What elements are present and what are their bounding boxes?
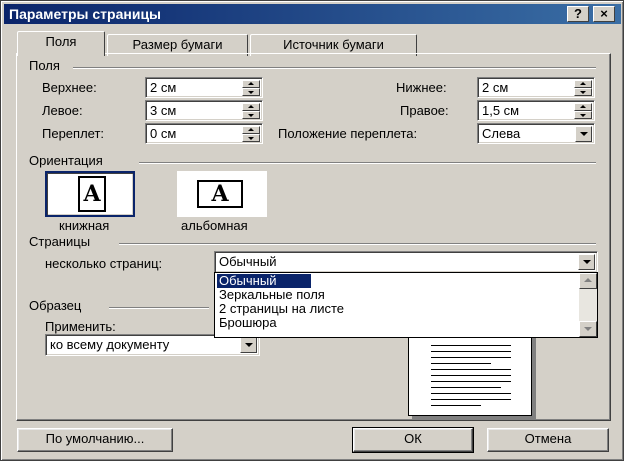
pages-group-label: Страницы (29, 234, 95, 249)
multiple-pages-value: Обычный (219, 254, 277, 269)
apply-to-label: Применить: (45, 319, 116, 334)
title-bar[interactable]: Параметры страницы ? × (4, 4, 621, 24)
gutter-input[interactable]: 0 см (145, 123, 263, 144)
multiple-pages-label: несколько страниц: (45, 256, 163, 271)
apply-to-value: ко всему документу (50, 337, 170, 352)
help-button[interactable]: ? (567, 6, 589, 22)
top-margin-spinner[interactable] (242, 80, 260, 96)
orientation-group-label: Ориентация (29, 153, 107, 168)
top-margin-value: 2 см (150, 80, 177, 95)
pages-divider (119, 243, 596, 245)
bottom-margin-input[interactable]: 2 см (477, 77, 595, 98)
window-title: Параметры страницы (9, 6, 162, 22)
page-setup-dialog: Параметры страницы ? × Поля Размер бумаг… (0, 0, 624, 461)
right-margin-input[interactable]: 1,5 см (477, 100, 595, 121)
left-margin-input[interactable]: 3 см (145, 100, 263, 121)
scroll-down-icon[interactable] (579, 321, 597, 337)
dropdown-option-booklet[interactable]: Брошюра (217, 316, 277, 330)
portrait-label: книжная (59, 218, 110, 233)
spin-up-icon[interactable] (242, 103, 260, 111)
gutter-position-select[interactable]: Слева (477, 123, 595, 144)
landscape-page-icon: A (197, 180, 243, 208)
spin-down-icon[interactable] (242, 134, 260, 142)
default-button-label: По умолчанию... (45, 431, 145, 446)
left-margin-label: Левое: (42, 103, 83, 118)
bottom-margin-label: Нижнее: (396, 80, 447, 95)
close-button[interactable]: × (593, 6, 615, 22)
left-margin-value: 3 см (150, 103, 177, 118)
spin-down-icon[interactable] (242, 111, 260, 119)
tab-margins[interactable]: Поля (17, 31, 105, 56)
tab-paper-source-label: Источник бумаги (283, 37, 384, 52)
gutter-position-label: Положение переплета: (278, 126, 418, 141)
portrait-page-icon: A (78, 176, 106, 212)
landscape-letter: A (211, 181, 229, 207)
close-icon: × (600, 6, 608, 21)
multiple-pages-dropdown[interactable]: Обычный Зеркальные поля 2 страницы на ли… (214, 272, 598, 338)
portrait-option[interactable]: A (45, 171, 135, 219)
portrait-letter: A (83, 181, 101, 207)
left-margin-spinner[interactable] (242, 103, 260, 119)
gutter-value: 0 см (150, 126, 177, 141)
tab-margins-label: Поля (45, 34, 77, 49)
dropdown-scrollbar[interactable] (579, 273, 597, 337)
top-margin-label: Верхнее: (42, 80, 97, 95)
sample-divider (109, 307, 209, 309)
multiple-pages-select[interactable]: Обычный (214, 251, 598, 273)
landscape-label: альбомная (181, 218, 248, 233)
margins-group-label: Поля (29, 58, 64, 73)
right-margin-label: Правое: (400, 103, 449, 118)
spin-down-icon[interactable] (242, 88, 260, 96)
sample-group-label: Образец (29, 298, 86, 313)
margins-divider (73, 67, 596, 69)
dropdown-option-normal[interactable]: Обычный (216, 273, 312, 289)
bottom-margin-spinner[interactable] (574, 80, 592, 96)
orientation-divider (139, 162, 596, 164)
spin-up-icon[interactable] (574, 103, 592, 111)
bottom-margin-value: 2 см (482, 80, 509, 95)
spin-down-icon[interactable] (574, 88, 592, 96)
ok-button-label: ОК (404, 431, 422, 446)
spin-down-icon[interactable] (574, 111, 592, 119)
top-margin-input[interactable]: 2 см (145, 77, 263, 98)
gutter-label: Переплет: (42, 126, 105, 141)
chevron-down-icon[interactable] (575, 126, 592, 142)
landscape-option[interactable]: A (177, 171, 267, 219)
spin-up-icon[interactable] (574, 80, 592, 88)
chevron-down-icon[interactable] (240, 337, 257, 353)
dropdown-option-mirror[interactable]: Зеркальные поля (217, 288, 325, 302)
spin-up-icon[interactable] (242, 126, 260, 134)
chevron-down-icon[interactable] (578, 254, 595, 270)
right-margin-value: 1,5 см (482, 103, 520, 118)
gutter-spinner[interactable] (242, 126, 260, 142)
gutter-position-value: Слева (482, 126, 521, 141)
scroll-up-icon[interactable] (579, 273, 597, 289)
tab-paper-size-label: Размер бумаги (132, 37, 223, 52)
cancel-button[interactable]: Отмена (487, 428, 609, 452)
cancel-button-label: Отмена (524, 431, 572, 446)
ok-button[interactable]: ОК (352, 427, 474, 453)
right-margin-spinner[interactable] (574, 103, 592, 119)
spin-up-icon[interactable] (242, 80, 260, 88)
dropdown-option-two-pages[interactable]: 2 страницы на листе (217, 302, 344, 316)
help-icon: ? (574, 6, 582, 21)
default-button[interactable]: По умолчанию... (17, 428, 173, 452)
